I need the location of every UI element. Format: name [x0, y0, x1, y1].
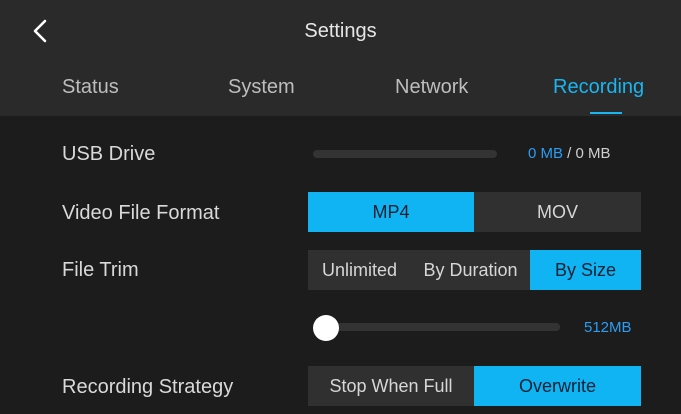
usb-usage-separator: /: [563, 145, 576, 162]
usb-used-value: 0 MB: [528, 145, 564, 162]
tab-status[interactable]: Status: [62, 76, 119, 99]
page-title: Settings: [304, 20, 377, 42]
tab-network[interactable]: Network: [395, 76, 468, 99]
usb-total-value: 0 MB: [575, 145, 611, 162]
tab-bar: Status System Network Recording: [0, 60, 681, 116]
video-file-format-label: Video File Format: [62, 202, 220, 224]
strategy-option-stop-when-full[interactable]: Stop When Full: [308, 366, 474, 406]
video-format-selector: MP4 MOV: [308, 192, 641, 232]
file-size-value: 512MB: [584, 319, 632, 336]
usb-usage-text: 0 MB / 0 MB: [528, 145, 611, 162]
format-option-mp4[interactable]: MP4: [308, 192, 474, 232]
active-tab-indicator: [590, 112, 622, 114]
recording-strategy-label: Recording Strategy: [62, 376, 234, 398]
tab-system[interactable]: System: [228, 76, 295, 99]
trim-option-by-size[interactable]: By Size: [530, 250, 641, 290]
format-option-mov[interactable]: MOV: [474, 192, 641, 232]
file-size-slider-handle[interactable]: [313, 315, 339, 341]
usb-usage-bar: [313, 150, 497, 158]
trim-option-by-duration[interactable]: By Duration: [411, 250, 530, 290]
usb-drive-label: USB Drive: [62, 143, 156, 165]
header-bar: Settings: [0, 0, 681, 60]
file-trim-label: File Trim: [62, 259, 139, 281]
trim-option-unlimited[interactable]: Unlimited: [308, 250, 411, 290]
recording-strategy-selector: Stop When Full Overwrite: [308, 366, 641, 406]
file-trim-selector: Unlimited By Duration By Size: [308, 250, 641, 290]
file-size-slider-track[interactable]: [318, 323, 560, 331]
tab-recording[interactable]: Recording: [553, 76, 644, 99]
strategy-option-overwrite[interactable]: Overwrite: [474, 366, 641, 406]
